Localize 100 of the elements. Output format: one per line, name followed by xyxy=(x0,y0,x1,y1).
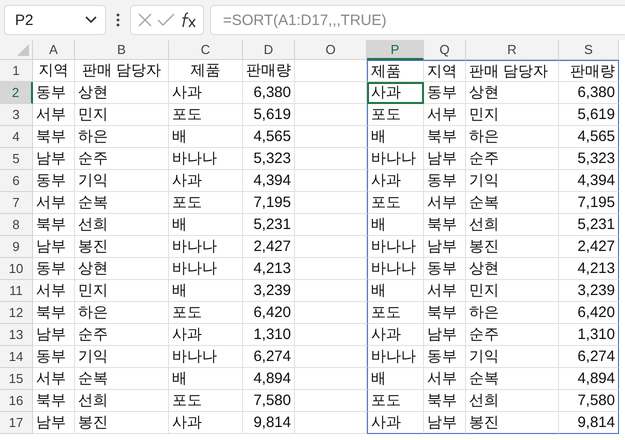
table-cell[interactable]: 사과 xyxy=(169,324,243,346)
table-cell[interactable]: 서부 xyxy=(424,104,466,126)
row-header[interactable]: 9 xyxy=(0,236,33,258)
row-header[interactable]: 6 xyxy=(0,170,33,192)
column-header[interactable]: P xyxy=(367,40,424,60)
table-cell[interactable] xyxy=(295,82,367,104)
table-cell[interactable]: 4,894 xyxy=(559,368,619,390)
table-cell[interactable]: 남부 xyxy=(424,148,466,170)
table-cell[interactable]: 서부 xyxy=(424,368,466,390)
table-cell[interactable] xyxy=(295,192,367,214)
table-cell[interactable]: 남부 xyxy=(33,236,75,258)
table-cell[interactable] xyxy=(295,324,367,346)
table-cell[interactable]: 북부 xyxy=(424,126,466,148)
table-cell[interactable]: 4,565 xyxy=(559,126,619,148)
table-cell[interactable]: 북부 xyxy=(424,302,466,324)
table-cell[interactable]: 5,323 xyxy=(559,148,619,170)
column-header[interactable]: A xyxy=(33,40,75,60)
row-header[interactable]: 8 xyxy=(0,214,33,236)
table-cell[interactable]: 배 xyxy=(367,126,424,148)
table-cell[interactable]: 바나나 xyxy=(169,236,243,258)
column-header[interactable]: C xyxy=(169,40,243,60)
table-cell[interactable] xyxy=(295,368,367,390)
table-cell[interactable] xyxy=(295,148,367,170)
table-cell[interactable]: 배 xyxy=(169,214,243,236)
table-cell[interactable]: 서부 xyxy=(424,280,466,302)
table-cell[interactable]: 동부 xyxy=(424,258,466,280)
table-cell[interactable]: 사과 xyxy=(169,82,243,104)
table-cell[interactable]: 봉진 xyxy=(466,236,559,258)
row-header[interactable]: 4 xyxy=(0,126,33,148)
table-cell[interactable]: 판매 담당자 xyxy=(75,60,169,82)
table-cell[interactable] xyxy=(295,170,367,192)
table-cell[interactable]: 포도 xyxy=(169,192,243,214)
table-cell[interactable]: 사과 xyxy=(367,324,424,346)
table-cell[interactable]: 선희 xyxy=(75,214,169,236)
table-cell[interactable] xyxy=(295,302,367,324)
table-cell[interactable]: 봉진 xyxy=(75,412,169,434)
table-cell[interactable] xyxy=(295,214,367,236)
table-cell[interactable]: 민지 xyxy=(466,280,559,302)
table-cell[interactable] xyxy=(295,390,367,412)
row-header[interactable]: 2 xyxy=(0,82,33,104)
table-cell[interactable]: 북부 xyxy=(33,126,75,148)
table-cell[interactable]: 선희 xyxy=(466,390,559,412)
row-header[interactable]: 16 xyxy=(0,390,33,412)
row-header[interactable]: 12 xyxy=(0,302,33,324)
table-cell[interactable]: 서부 xyxy=(33,192,75,214)
row-header[interactable]: 5 xyxy=(0,148,33,170)
table-cell[interactable]: 민지 xyxy=(75,280,169,302)
table-cell[interactable]: 상현 xyxy=(75,82,169,104)
table-cell[interactable]: 하은 xyxy=(75,126,169,148)
table-cell[interactable]: 바나나 xyxy=(367,258,424,280)
table-cell[interactable]: 동부 xyxy=(424,82,466,104)
table-cell[interactable] xyxy=(295,126,367,148)
table-cell[interactable]: 하은 xyxy=(466,302,559,324)
row-header[interactable]: 13 xyxy=(0,324,33,346)
table-cell[interactable]: 순주 xyxy=(466,148,559,170)
table-cell[interactable]: 포도 xyxy=(367,104,424,126)
column-header[interactable]: D xyxy=(243,40,295,60)
table-cell[interactable]: 4,213 xyxy=(559,258,619,280)
select-all-button[interactable] xyxy=(0,40,33,60)
column-header[interactable]: S xyxy=(559,40,619,60)
table-cell[interactable]: 상현 xyxy=(466,82,559,104)
table-cell[interactable]: 바나나 xyxy=(169,346,243,368)
table-cell[interactable]: 상현 xyxy=(466,258,559,280)
table-cell[interactable]: 남부 xyxy=(424,236,466,258)
table-cell[interactable] xyxy=(295,60,367,82)
table-cell[interactable]: 6,420 xyxy=(559,302,619,324)
table-cell[interactable]: 4,565 xyxy=(243,126,295,148)
row-header[interactable]: 10 xyxy=(0,258,33,280)
table-cell[interactable]: 상현 xyxy=(75,258,169,280)
table-cell[interactable]: 동부 xyxy=(33,170,75,192)
table-cell[interactable]: 남부 xyxy=(424,412,466,434)
table-cell[interactable]: 배 xyxy=(367,368,424,390)
table-cell[interactable] xyxy=(295,104,367,126)
table-cell[interactable]: 바나나 xyxy=(169,258,243,280)
table-cell[interactable]: 6,380 xyxy=(243,82,295,104)
column-header[interactable]: Q xyxy=(424,40,466,60)
table-cell[interactable]: 5,231 xyxy=(559,214,619,236)
table-cell[interactable]: 6,420 xyxy=(243,302,295,324)
name-box[interactable]: P2 xyxy=(4,5,106,35)
table-cell[interactable]: 5,231 xyxy=(243,214,295,236)
table-cell[interactable]: 선희 xyxy=(466,214,559,236)
check-icon[interactable] xyxy=(157,13,175,27)
table-cell[interactable]: 서부 xyxy=(33,104,75,126)
table-cell[interactable]: 민지 xyxy=(466,104,559,126)
table-cell[interactable]: 6,274 xyxy=(243,346,295,368)
column-header[interactable]: R xyxy=(466,40,559,60)
table-cell[interactable]: 남부 xyxy=(33,412,75,434)
table-cell[interactable]: 1,310 xyxy=(559,324,619,346)
row-header[interactable]: 14 xyxy=(0,346,33,368)
table-cell[interactable] xyxy=(295,280,367,302)
cancel-icon[interactable] xyxy=(137,12,153,28)
table-cell[interactable]: 순주 xyxy=(75,148,169,170)
table-cell[interactable]: 4,213 xyxy=(243,258,295,280)
table-cell[interactable]: 배 xyxy=(169,126,243,148)
table-cell[interactable]: 기익 xyxy=(75,170,169,192)
table-cell[interactable]: 7,195 xyxy=(243,192,295,214)
table-cell[interactable]: 바나나 xyxy=(367,236,424,258)
table-cell[interactable]: 제품 xyxy=(367,60,424,82)
table-cell[interactable]: 포도 xyxy=(367,302,424,324)
table-cell[interactable]: 7,580 xyxy=(243,390,295,412)
